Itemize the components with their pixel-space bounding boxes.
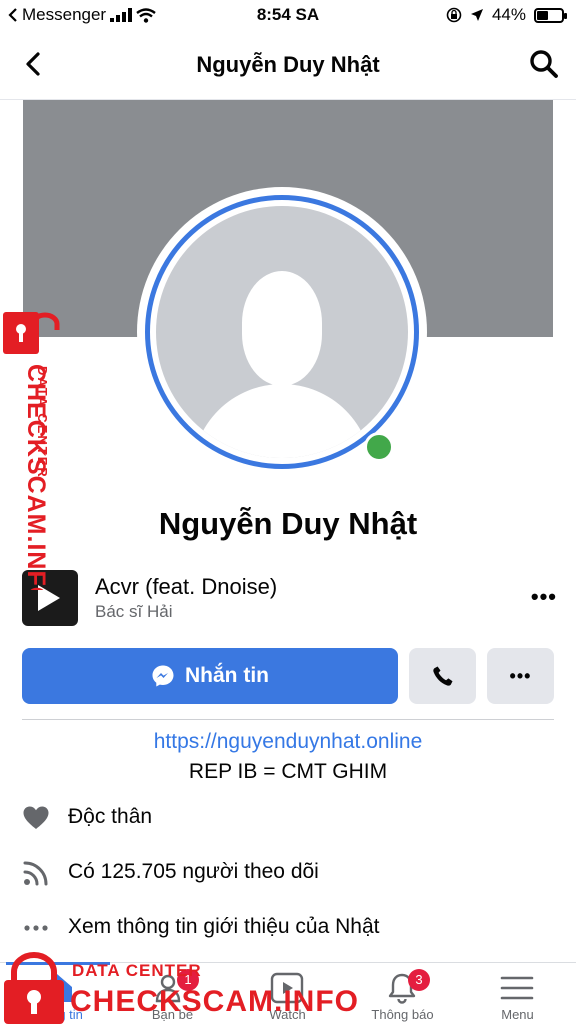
phone-icon bbox=[432, 666, 452, 686]
online-status-dot bbox=[364, 432, 394, 462]
tab-label: Menu bbox=[501, 1007, 534, 1022]
detail-text: Xem thông tin giới thiệu của Nhật bbox=[68, 915, 380, 938]
song-artist: Bác sĩ Hải bbox=[95, 602, 173, 621]
search-icon[interactable] bbox=[528, 48, 560, 80]
rotation-lock-icon bbox=[446, 7, 462, 23]
detail-see-about[interactable]: Xem thông tin giới thiệu của Nhật bbox=[22, 910, 562, 946]
status-bar: Messenger 8:54 SA 44% bbox=[0, 0, 576, 30]
notifications-badge: 3 bbox=[408, 969, 430, 991]
more-options-button[interactable]: ••• bbox=[487, 648, 554, 704]
avatar-body-silhouette bbox=[192, 384, 372, 458]
location-icon bbox=[470, 9, 483, 21]
message-button-label: Nhắn tin bbox=[185, 664, 269, 687]
messenger-icon bbox=[152, 665, 174, 687]
more-dots-icon bbox=[24, 925, 48, 931]
battery-percent: 44% bbox=[491, 5, 526, 24]
watermark-bottom-small: DATA CENTER bbox=[72, 961, 202, 980]
tab-menu[interactable]: Menu bbox=[460, 963, 575, 1024]
tab-label: Thông báo bbox=[371, 1007, 434, 1022]
rss-icon bbox=[23, 861, 48, 886]
song-title: Acvr (feat. Dnoise) bbox=[95, 574, 278, 599]
watermark-vertical-small: DATA CENTER bbox=[35, 366, 50, 479]
avatar-head-silhouette bbox=[242, 271, 322, 386]
profile-avatar[interactable] bbox=[137, 187, 437, 477]
watermark-bottom-big: CHECKSCAM.INFO bbox=[70, 985, 359, 1018]
heart-icon bbox=[23, 806, 49, 829]
message-button[interactable]: Nhắn tin bbox=[22, 648, 398, 704]
battery-fill bbox=[537, 10, 548, 20]
battery-icon bbox=[534, 7, 567, 23]
watermark-lock-icon bbox=[3, 312, 60, 354]
page-title: Nguyễn Duy Nhật bbox=[196, 52, 380, 77]
bio-website-link[interactable]: https://nguyenduynhat.online bbox=[0, 730, 576, 754]
tab-notifications[interactable]: 3 Thông báo bbox=[345, 963, 460, 1024]
profile-name: Nguyễn Duy Nhật bbox=[158, 506, 418, 541]
nav-header: Nguyễn Duy Nhật bbox=[0, 36, 576, 92]
watermark-vertical: CHECKSCAM.INFO DATA CENTER bbox=[22, 364, 50, 590]
avatar-placeholder bbox=[156, 206, 408, 458]
detail-text: Độc thân bbox=[68, 805, 153, 828]
menu-icon bbox=[500, 976, 534, 1000]
call-button[interactable] bbox=[409, 648, 476, 704]
bio-text: REP IB = CMT GHIM bbox=[188, 760, 388, 783]
status-bar-right: 44% bbox=[446, 5, 567, 25]
detail-relationship: Độc thân bbox=[22, 800, 562, 836]
detail-followers[interactable]: Có 125.705 người theo dõi bbox=[22, 855, 562, 891]
music-more-icon[interactable]: ••• bbox=[531, 584, 557, 610]
section-divider bbox=[22, 719, 554, 720]
profile-music[interactable]: Acvr (feat. Dnoise) Bác sĩ Hải ••• bbox=[22, 570, 557, 626]
detail-text: Có 125.705 người theo dõi bbox=[68, 860, 319, 883]
